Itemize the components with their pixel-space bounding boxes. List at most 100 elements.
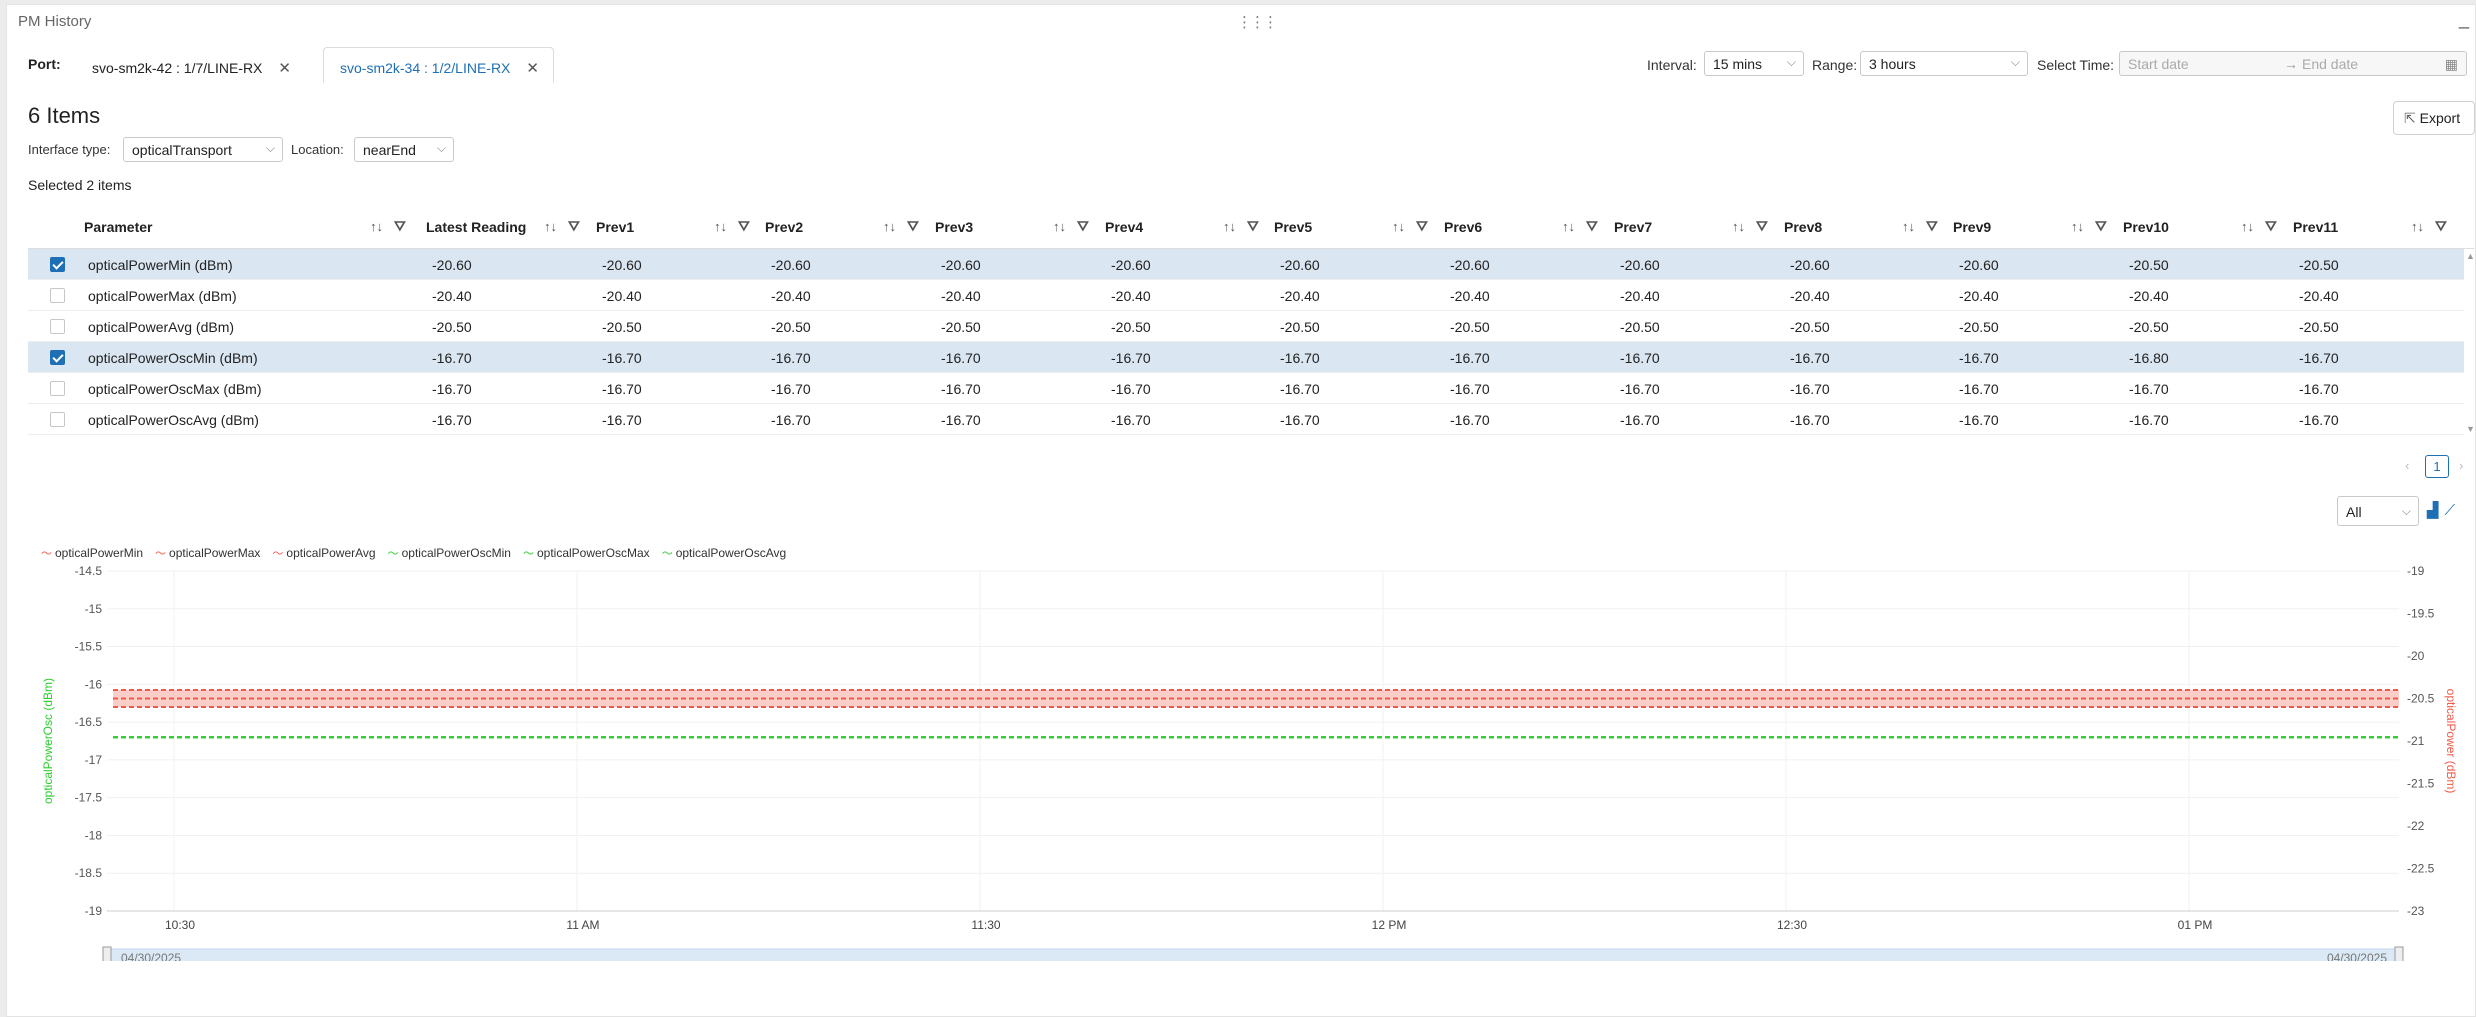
page-button[interactable]: 1 xyxy=(2425,455,2449,478)
column-header[interactable]: Prev9 ↑↓ ⛛ xyxy=(1953,205,2123,249)
filter-icon[interactable]: ⛛ xyxy=(1586,218,1598,235)
sort-icon[interactable]: ↑↓ xyxy=(2241,219,2254,234)
filter-icon[interactable]: ⛛ xyxy=(2095,218,2107,235)
close-icon[interactable]: ✕ xyxy=(526,60,539,77)
filter-icon[interactable]: ⛛ xyxy=(907,218,919,235)
legend-item[interactable]: 〜 opticalPowerOscMax xyxy=(523,545,650,561)
location-select[interactable]: nearEnd ⌵ xyxy=(354,137,454,162)
sort-icon[interactable]: ↑↓ xyxy=(1392,219,1405,234)
column-header-label: Latest Reading xyxy=(426,219,527,235)
window-title: PM History xyxy=(18,13,92,30)
table-row[interactable]: opticalPowerAvg (dBm) -20.50 -20.50 -20.50 -… xyxy=(28,311,2464,342)
sort-icon[interactable]: ↑↓ xyxy=(1223,219,1236,234)
row-checkbox[interactable] xyxy=(50,412,65,427)
calendar-icon[interactable]: ▦ xyxy=(2445,56,2458,73)
column-header[interactable]: Prev5 ↑↓ ⛛ xyxy=(1274,205,1444,249)
table-scrollbar[interactable]: ▲ ▼ xyxy=(2465,249,2475,436)
sort-icon[interactable]: ↑↓ xyxy=(2071,219,2084,234)
column-header[interactable]: Latest Reading ↑↓ ⛛ xyxy=(426,205,596,249)
line-chart-icon[interactable]: ⟋ xyxy=(2445,502,2456,519)
table-row[interactable]: opticalPowerMin (dBm) -20.60 -20.60 -20.60 -… xyxy=(28,249,2464,280)
filter-icon[interactable]: ⛛ xyxy=(738,218,750,235)
legend-item[interactable]: 〜 opticalPowerOscAvg xyxy=(662,545,787,561)
date-range-picker[interactable]: Start date → End date ▦ xyxy=(2119,51,2467,76)
filter-icon[interactable]: ⛛ xyxy=(2435,218,2447,235)
table-row[interactable]: opticalPowerOscMin (dBm) -16.70 -16.70 -16.… xyxy=(28,342,2464,373)
range-select[interactable]: 3 hours ⌵ xyxy=(1860,51,2028,76)
interval-select[interactable]: 15 mins ⌵ xyxy=(1704,51,1804,76)
column-header[interactable]: Prev11 ↑↓ ⛛ xyxy=(2293,205,2463,249)
sort-icon[interactable]: ↑↓ xyxy=(883,219,896,234)
column-header[interactable]: Prev3 ↑↓ ⛛ xyxy=(935,205,1105,249)
minimize-icon[interactable]: _ xyxy=(2459,9,2469,30)
sort-icon[interactable]: ↑↓ xyxy=(714,219,727,234)
column-header[interactable]: Prev2 ↑↓ ⛛ xyxy=(765,205,935,249)
legend-item[interactable]: 〜 opticalPowerMin xyxy=(41,545,143,561)
sort-icon[interactable]: ↑↓ xyxy=(544,219,557,234)
series-filter-select[interactable]: All ⌵ xyxy=(2337,496,2419,526)
legend-item[interactable]: 〜 opticalPowerMax xyxy=(155,545,260,561)
value-cell: -20.50 xyxy=(432,319,472,335)
column-header[interactable]: Parameter ↑↓ ⛛ xyxy=(84,205,406,249)
filter-icon[interactable]: ⛛ xyxy=(1756,218,1768,235)
row-checkbox[interactable] xyxy=(50,288,65,303)
sort-icon[interactable]: ↑↓ xyxy=(2411,219,2424,234)
column-header-label: Parameter xyxy=(84,219,153,235)
tab-port-1[interactable]: svo-sm2k-42 : 1/7/LINE-RX ✕ xyxy=(75,47,306,83)
drag-handle-icon[interactable]: ⋮⋮⋮ xyxy=(1237,13,1278,31)
legend-item[interactable]: 〜 opticalPowerOscMin xyxy=(388,545,511,561)
y-left-tick-label: -15.5 xyxy=(75,640,103,654)
column-header[interactable]: Prev4 ↑↓ ⛛ xyxy=(1105,205,1275,249)
value-cell: -20.50 xyxy=(2299,319,2339,335)
interface-type-select[interactable]: opticalTransport ⌵ xyxy=(123,137,283,162)
select-time-label: Select Time: xyxy=(2037,57,2115,73)
filter-icon[interactable]: ⛛ xyxy=(568,218,580,235)
value-cell: -20.40 xyxy=(432,288,472,304)
filter-icon[interactable]: ⛛ xyxy=(394,218,406,235)
value-cell: -16.70 xyxy=(1959,412,1999,428)
column-header-label: Prev6 xyxy=(1444,219,1483,235)
range-handle-left[interactable] xyxy=(102,946,112,961)
row-checkbox[interactable] xyxy=(50,381,65,396)
sort-icon[interactable]: ↑↓ xyxy=(1902,219,1915,234)
start-date-input[interactable]: Start date xyxy=(2128,56,2189,72)
chart-type-switch: ▟ ⟋ xyxy=(2427,501,2461,519)
bar-chart-icon[interactable]: ▟ xyxy=(2427,502,2439,519)
end-date-input[interactable]: End date xyxy=(2302,56,2358,72)
legend-item[interactable]: 〜 opticalPowerAvg xyxy=(272,545,375,561)
filter-icon[interactable]: ⛛ xyxy=(1077,218,1089,235)
table-row[interactable]: opticalPowerOscMax (dBm) -16.70 -16.70 -16.… xyxy=(28,373,2464,404)
column-header[interactable]: Prev1 ↑↓ ⛛ xyxy=(596,205,766,249)
column-header[interactable]: Prev10 ↑↓ ⛛ xyxy=(2123,205,2293,249)
sort-icon[interactable]: ↑↓ xyxy=(370,219,383,234)
row-checkbox[interactable] xyxy=(50,350,65,365)
value-cell: -20.40 xyxy=(1790,288,1830,304)
value-cell: -16.70 xyxy=(1280,350,1320,366)
table-row[interactable]: opticalPowerMax (dBm) -20.40 -20.40 -20.40 -… xyxy=(28,280,2464,311)
scroll-down-icon[interactable]: ▼ xyxy=(2466,424,2475,434)
chevron-right-icon[interactable]: › xyxy=(2459,458,2463,473)
row-checkbox[interactable] xyxy=(50,319,65,334)
chevron-left-icon[interactable]: ‹ xyxy=(2405,458,2409,473)
interval-value: 15 mins xyxy=(1713,56,1763,72)
export-button[interactable]: ⇱ Export xyxy=(2393,101,2475,135)
filter-icon[interactable]: ⛛ xyxy=(1416,218,1428,235)
scroll-up-icon[interactable]: ▲ xyxy=(2466,251,2475,261)
value-cell: -20.50 xyxy=(1111,319,1151,335)
sort-icon[interactable]: ↑↓ xyxy=(1732,219,1745,234)
sort-icon[interactable]: ↑↓ xyxy=(1053,219,1066,234)
filter-icon[interactable]: ⛛ xyxy=(1926,218,1938,235)
range-handle-right[interactable] xyxy=(2394,946,2404,961)
sort-icon[interactable]: ↑↓ xyxy=(1562,219,1575,234)
filter-icon[interactable]: ⛛ xyxy=(2265,218,2277,235)
close-icon[interactable]: ✕ xyxy=(278,60,291,77)
column-header[interactable]: Prev8 ↑↓ ⛛ xyxy=(1784,205,1954,249)
filter-icon[interactable]: ⛛ xyxy=(1247,218,1259,235)
tab-port-2[interactable]: svo-sm2k-34 : 1/2/LINE-RX ✕ xyxy=(323,47,554,83)
legend-label: opticalPowerAvg xyxy=(286,546,376,560)
table-row[interactable]: opticalPowerOscAvg (dBm) -16.70 -16.70 -16.… xyxy=(28,404,2464,435)
column-header[interactable]: Prev6 ↑↓ ⛛ xyxy=(1444,205,1614,249)
column-header-label: Prev2 xyxy=(765,219,804,235)
column-header[interactable]: Prev7 ↑↓ ⛛ xyxy=(1614,205,1784,249)
row-checkbox[interactable] xyxy=(50,257,65,272)
